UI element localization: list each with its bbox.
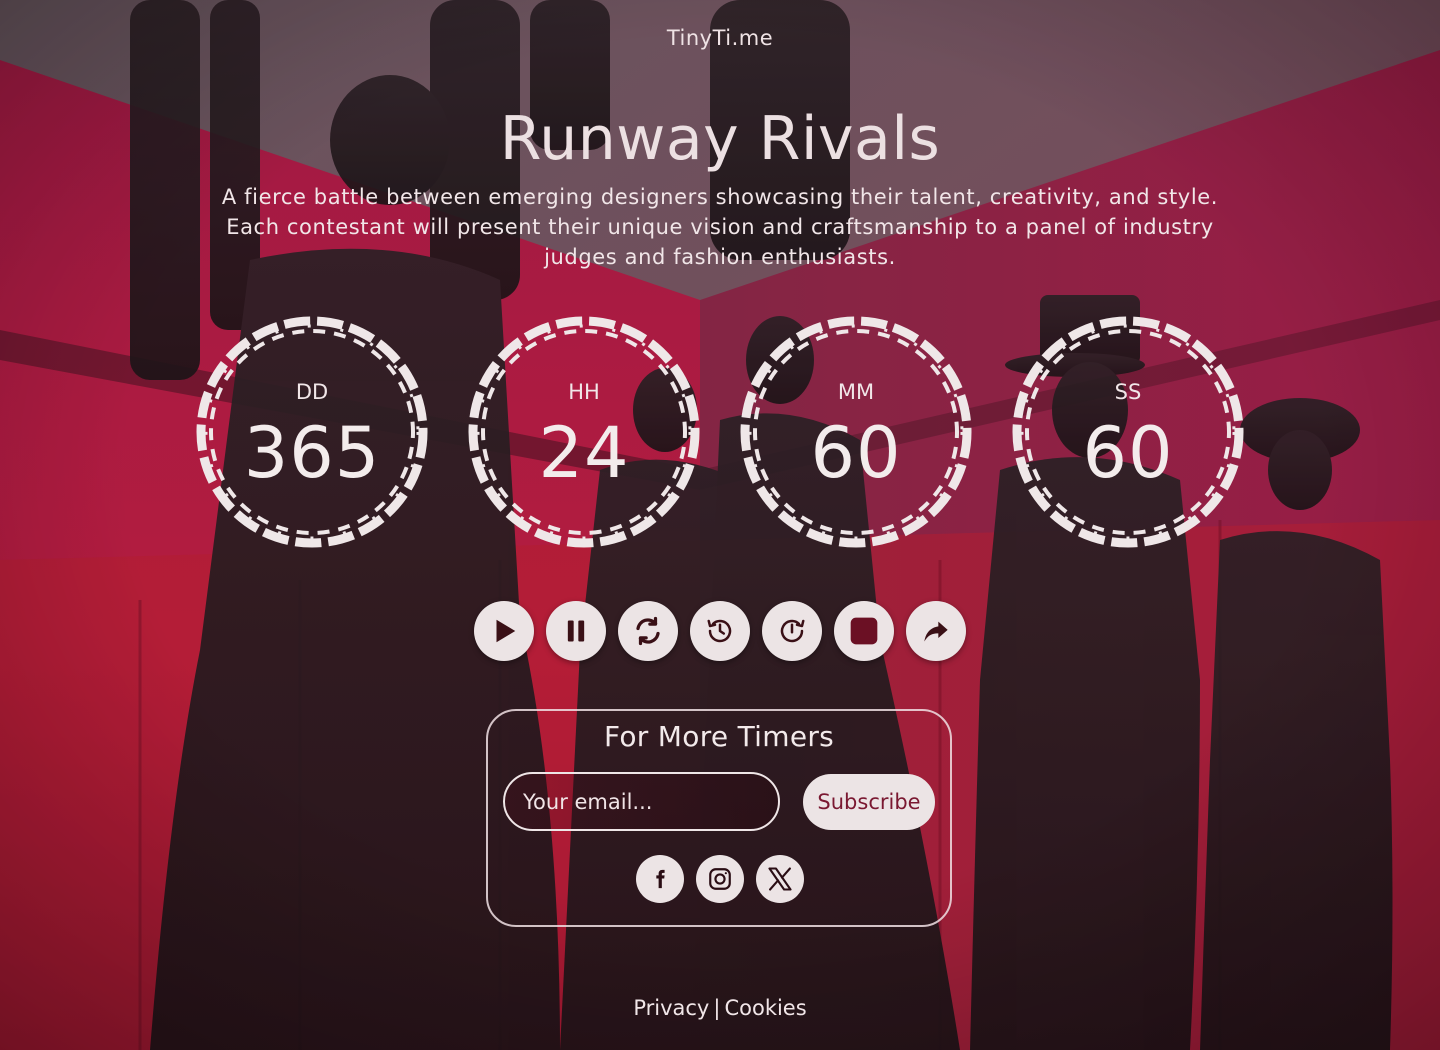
stop-icon — [850, 617, 878, 645]
timer-reset-icon — [780, 619, 805, 643]
x-icon — [768, 867, 792, 891]
subscribe-button[interactable]: Subscribe — [803, 774, 935, 830]
pause-button[interactable] — [546, 601, 606, 661]
cookies-link[interactable]: Cookies — [724, 996, 806, 1020]
subscribe-title: For More Timers — [603, 720, 835, 753]
minutes-value: 60 — [810, 412, 902, 494]
restart-button[interactable] — [618, 601, 678, 661]
share-button[interactable] — [906, 601, 966, 661]
instagram-icon — [709, 868, 731, 890]
history-icon — [707, 619, 732, 643]
countdown-minutes: MM 60 — [736, 312, 976, 552]
footer: Privacy | Cookies — [0, 996, 1440, 1020]
email-input[interactable] — [503, 772, 780, 831]
seconds-label: SS — [1114, 380, 1142, 404]
play-button[interactable] — [474, 601, 534, 661]
timer-reset-button[interactable] — [762, 601, 822, 661]
stop-button[interactable] — [834, 601, 894, 661]
hours-label: HH — [568, 380, 600, 404]
privacy-link[interactable]: Privacy — [633, 996, 709, 1020]
history-button[interactable] — [690, 601, 750, 661]
brand-logo-text[interactable]: TinyTi.me — [0, 26, 1440, 50]
event-title: Runway Rivals — [499, 104, 941, 174]
minutes-label: MM — [837, 380, 875, 404]
play-icon — [496, 619, 516, 643]
x-link[interactable] — [756, 855, 804, 903]
facebook-icon — [656, 869, 665, 889]
countdown-hours: HH 24 — [464, 312, 704, 552]
instagram-link[interactable] — [696, 855, 744, 903]
days-label: DD — [295, 380, 329, 404]
countdown-days: DD 365 — [192, 312, 432, 552]
share-icon — [924, 621, 948, 642]
days-value: 365 — [243, 412, 381, 494]
hours-value: 24 — [538, 412, 630, 494]
countdown-seconds: SS 60 — [1008, 312, 1248, 552]
seconds-value: 60 — [1082, 412, 1174, 494]
pause-icon — [567, 620, 585, 642]
event-description: A fierce battle between emerging designe… — [221, 185, 1219, 269]
facebook-link[interactable] — [636, 855, 684, 903]
footer-separator: | — [713, 996, 721, 1020]
refresh-icon — [636, 616, 660, 646]
